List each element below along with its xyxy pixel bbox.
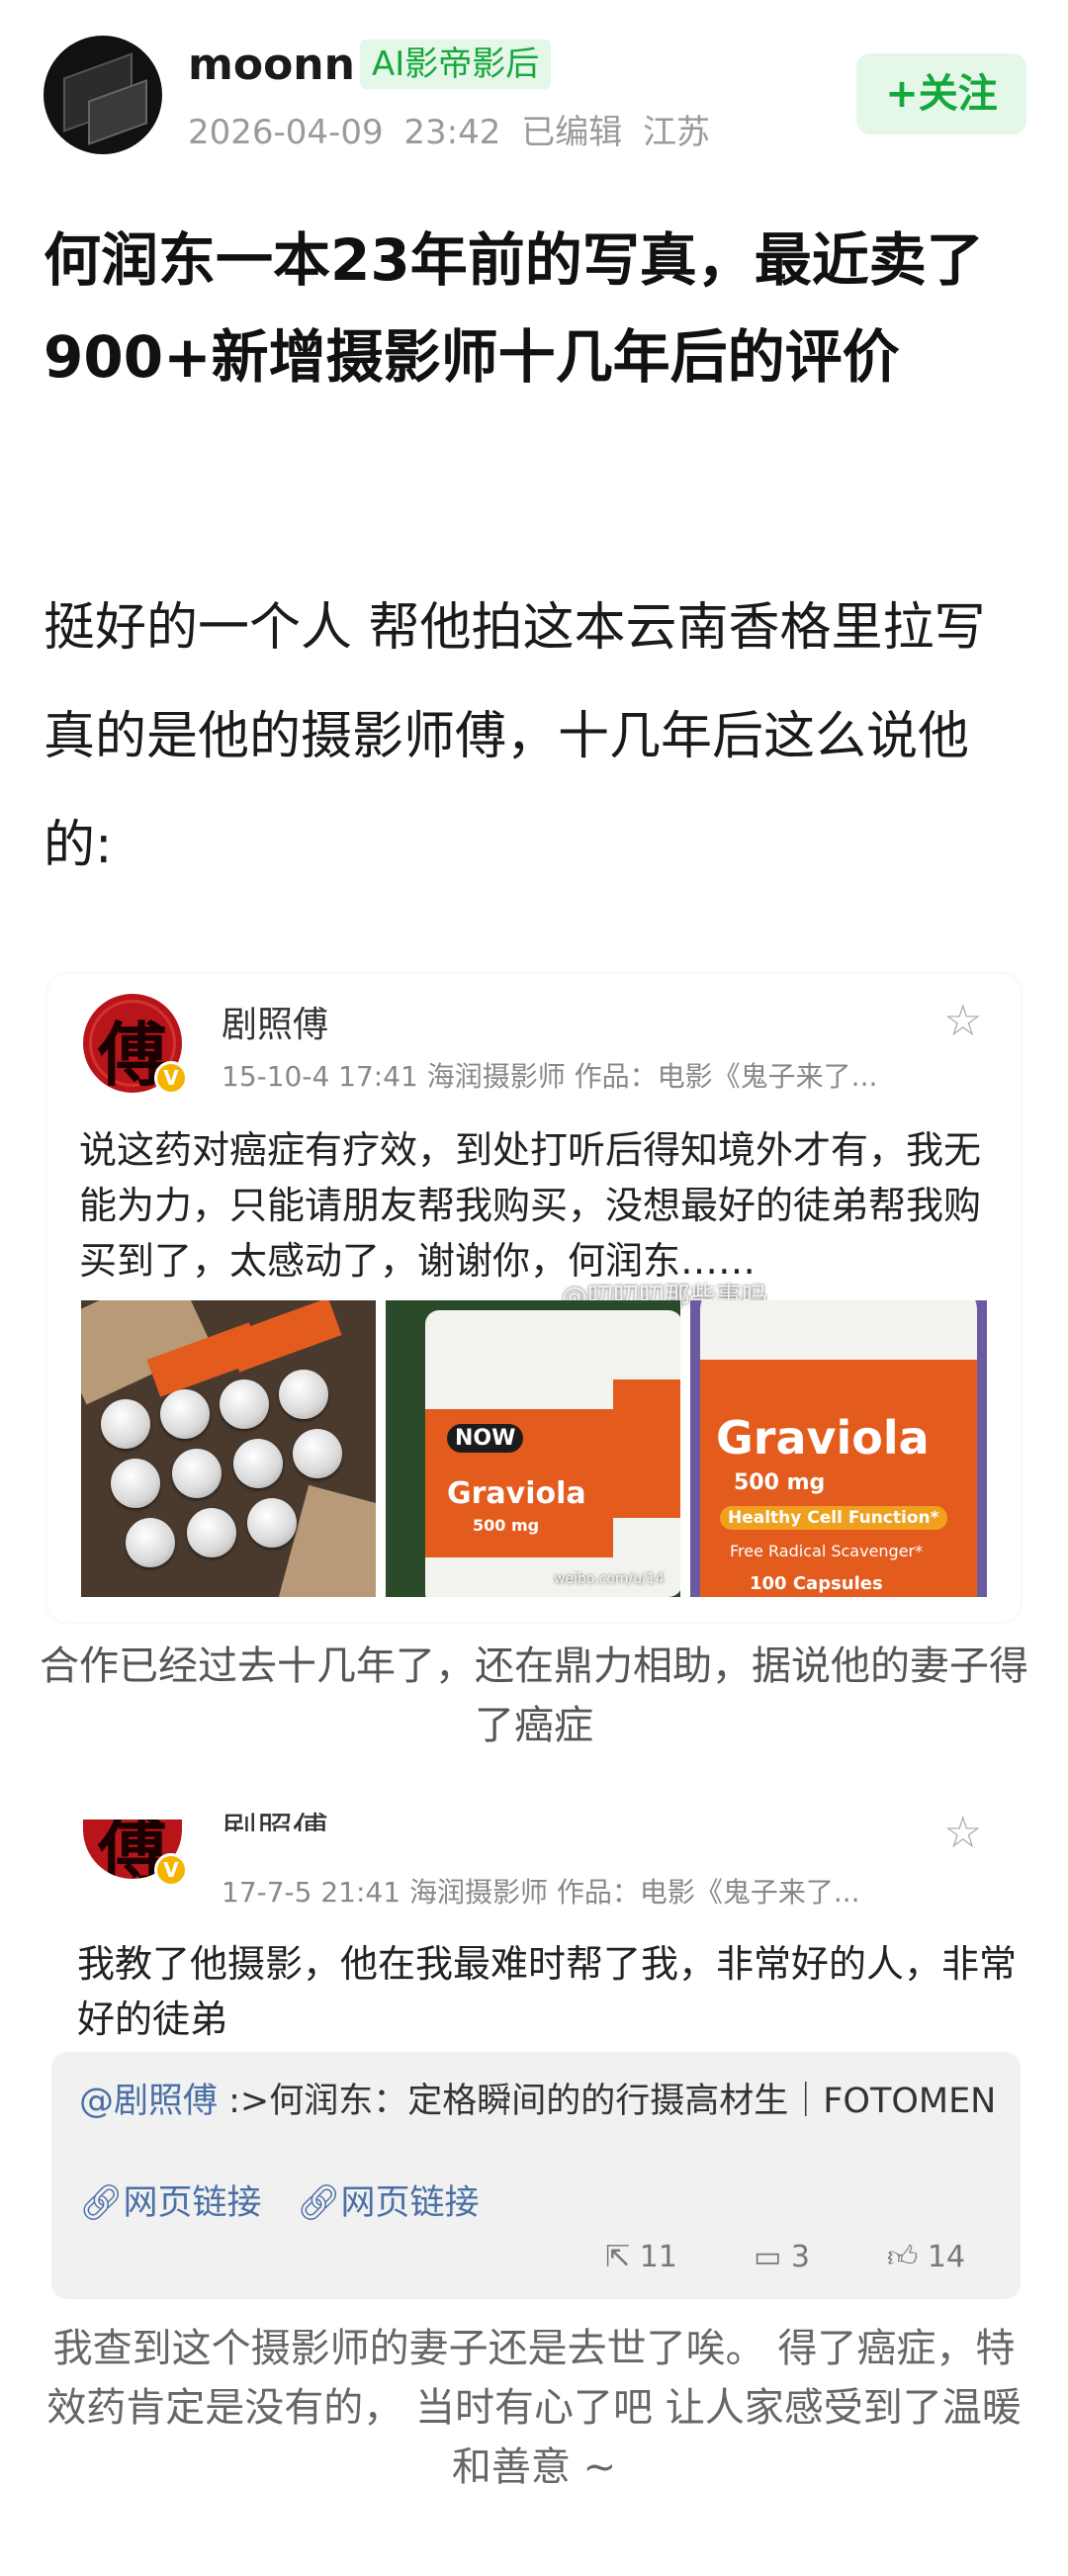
weibo-text: 说这药对癌症有疗效，到处打听后得知境外才有，我无能为力，只能请朋友帮我购买，没想… [79, 1128, 982, 1283]
text-fade [297, 1996, 415, 2043]
caption-2: 我查到这个摄影师的妻子还是去世了唉。 得了癌症，特效药肯定是没有的， 当时有心了… [46, 2326, 1022, 2490]
weibo-screenshot-card: 傅 V 剧照傅 15-10-4 17:41 海润摄影师 作品：电影《鬼子来了..… [47, 974, 1021, 1622]
label-product: Graviola [447, 1476, 586, 1511]
photo-bottle-box [81, 1300, 376, 1597]
mention-link[interactable]: @剧照傅 [79, 2082, 218, 2121]
author-header: moonn AI影帝影后 2026-04-09 23:42 已编辑 江苏 +关注 [0, 0, 1068, 188]
repost-icon: ⇱ [605, 2240, 640, 2274]
photo-graviola-bottles: NOW Graviola 500 mg weibo.com/u/14 [386, 1300, 680, 1597]
link-icon: 🔗︎ [297, 2183, 341, 2223]
thumb-up-icon: 👍︎ [887, 2240, 928, 2274]
web-link-2[interactable]: 🔗︎网页链接 [297, 2175, 479, 2225]
follow-button[interactable]: +关注 [856, 53, 1026, 134]
post-body: 挺好的一个人 帮他拍这本云南香格里拉写真的是他的摄影师傅，十几年后这么说他的: [44, 598, 986, 875]
reference-title: :>何润东：定格瞬间的的行摄高材生｜FOTOMEN [218, 2082, 997, 2121]
weibo-user-name: 剧照傅 [222, 1811, 329, 1831]
label-product: Graviola [716, 1411, 930, 1465]
weibo-meta: 15-10-4 17:41 海润摄影师 作品：电影《鬼子来了... [222, 1060, 878, 1093]
like-count[interactable]: 👍︎ 14 [887, 2240, 965, 2275]
photo-watermark: weibo.com/u/14 [554, 1571, 665, 1587]
bottle-cap [247, 1498, 297, 1548]
bottle-cap [279, 1370, 328, 1419]
edited-label: 已编辑 [521, 113, 623, 152]
bottle-cap [220, 1379, 269, 1429]
author-name[interactable]: moonn [188, 40, 355, 90]
web-link-1[interactable]: 🔗︎网页链接 [79, 2175, 261, 2225]
bottle-cap [233, 1439, 283, 1488]
weibo-meta: 17-7-5 21:41 海润摄影师 作品：电影《鬼子来了... [222, 1876, 860, 1909]
comment-icon: ▭ [754, 2240, 791, 2274]
bottle-cap [172, 1449, 222, 1498]
author-badge[interactable]: AI影帝影后 [360, 40, 552, 89]
author-avatar[interactable] [44, 36, 162, 154]
repost-count[interactable]: ⇱ 11 [605, 2240, 677, 2274]
label-tagline: Healthy Cell Function* [720, 1506, 947, 1530]
link-icon: 🔗︎ [79, 2183, 124, 2223]
post-location: 江苏 [643, 113, 711, 152]
star-icon: ☆ [943, 1808, 983, 1858]
bottle-cap [160, 1389, 210, 1439]
bottle-cap [293, 1429, 342, 1478]
reference-box[interactable]: @剧照傅 :>何润东：定格瞬间的的行摄高材生｜FOTOMEN 🔗︎网页链接 🔗︎… [51, 2052, 1021, 2299]
label-count: 100 Capsules [750, 1573, 883, 1594]
bottle-cap [187, 1508, 236, 1557]
reference-text: @剧照傅 :>何润东：定格瞬间的的行摄高材生｜FOTOMEN [79, 2074, 999, 2129]
label-dose: 500 mg [734, 1470, 826, 1495]
post-title: 何润东一本23年前的写真，最近卖了900+新增摄影师十几年后的评价 [44, 226, 984, 391]
bottle-cap [126, 1518, 175, 1567]
label-brand: NOW [447, 1424, 524, 1453]
weibo-text: 我教了他摄影，他在我最难时帮了我，非常好的人，非常好的徒弟 [77, 1942, 1018, 2041]
bottle-cap [111, 1459, 160, 1508]
post-meta: 2026-04-09 23:42 已编辑 江苏 [188, 105, 710, 153]
weibo-user-name: 剧照傅 [222, 1005, 329, 1045]
caption-1: 合作已经过去十几年了，还在鼎力相助，据说他的妻子得了癌症 [40, 1643, 1028, 1748]
verified-icon: V [154, 1061, 188, 1095]
star-icon: ☆ [943, 996, 983, 1046]
label-dose: 500 mg [473, 1516, 540, 1535]
post-date: 2026-04-09 23:42 [188, 113, 501, 152]
comment-count[interactable]: ▭ 3 [754, 2240, 810, 2274]
bottle-label [225, 1300, 342, 1373]
bottle-cap [101, 1399, 150, 1449]
photo-graviola-closeup: Graviola 500 mg Healthy Cell Function* F… [690, 1300, 987, 1597]
verified-icon: V [154, 1853, 188, 1887]
label-sub: Free Radical Scavenger* [730, 1542, 924, 1560]
